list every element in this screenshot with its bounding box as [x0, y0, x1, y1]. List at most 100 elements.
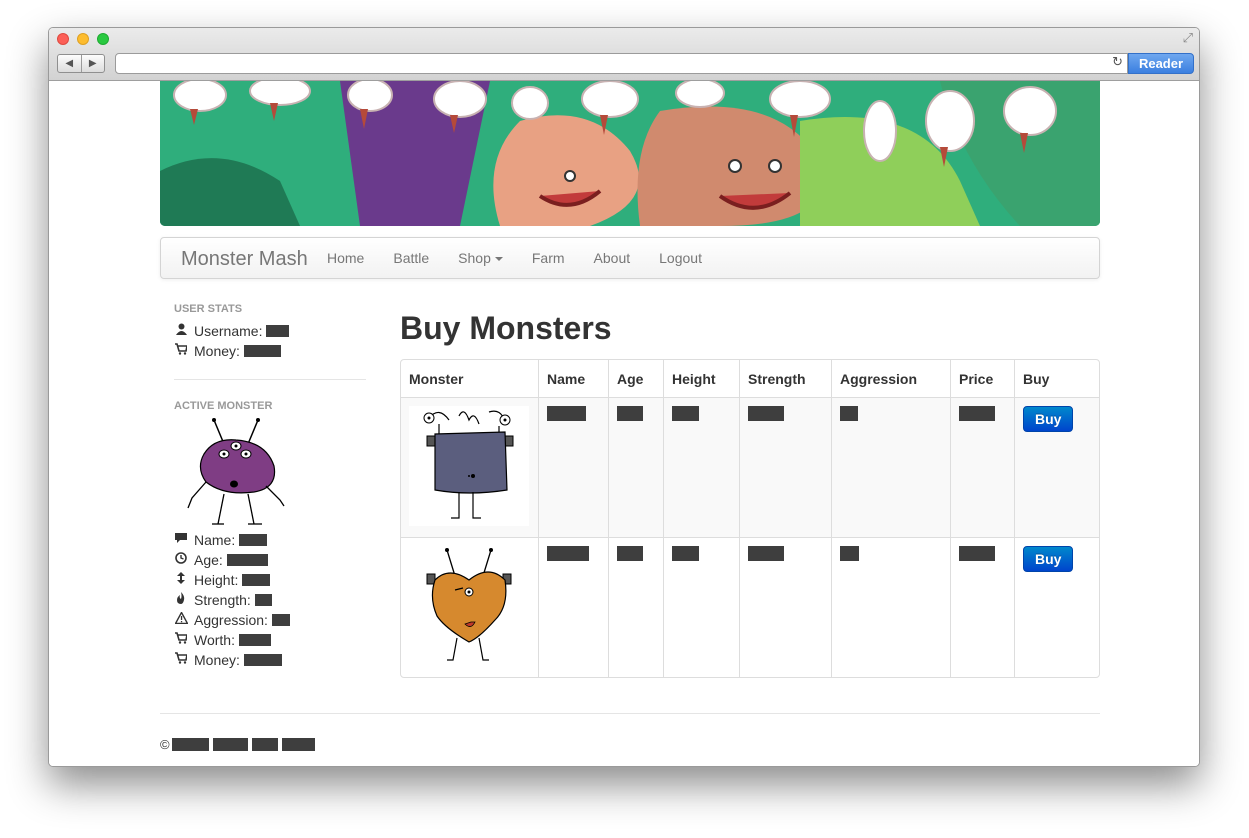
zoom-window-button[interactable]: [97, 33, 109, 45]
name-redacted: [547, 406, 586, 421]
comment-icon: [174, 530, 188, 550]
buy-cell: Buy: [1014, 537, 1099, 677]
main-content: Buy Monsters Monster Name Age Height Str…: [400, 309, 1100, 678]
monster-age-label: Age:: [194, 552, 223, 568]
history-buttons: ◀ ▶: [57, 54, 105, 73]
back-arrow-icon[interactable]: ◀: [58, 55, 82, 72]
aggression-redacted: [840, 546, 859, 561]
username-stat: Username:: [174, 321, 366, 341]
clock-icon: [174, 550, 188, 570]
col-aggression: Aggression: [831, 360, 950, 397]
monster-money-redacted: [243, 654, 282, 666]
monster-strength-label: Strength:: [194, 592, 251, 608]
forward-arrow-icon[interactable]: ▶: [82, 55, 105, 72]
col-buy: Buy: [1014, 360, 1099, 397]
address-bar[interactable]: ↻: [115, 53, 1128, 74]
monster-worth-redacted: [238, 634, 271, 646]
cart-icon: [174, 341, 188, 361]
monster-age-stat: Age:: [174, 550, 366, 570]
name-redacted: [547, 546, 589, 561]
col-age: Age: [608, 360, 663, 397]
monster-strength-cell: [739, 537, 831, 677]
monster-strength-redacted: [254, 594, 272, 606]
monster-money-label: Money:: [194, 652, 240, 668]
nav-shop-dropdown[interactable]: Shop: [458, 250, 503, 266]
monster-height-cell: [663, 537, 739, 677]
brand-link[interactable]: Monster Mash: [181, 248, 308, 271]
table-row: Buy: [401, 537, 1099, 677]
monster-price-cell: [950, 537, 1014, 677]
monster-age-redacted: [226, 554, 268, 566]
height-redacted: [672, 546, 699, 561]
cart-icon: [174, 650, 188, 670]
col-monster: Monster: [409, 370, 464, 387]
money-label: Money:: [194, 343, 240, 359]
active-monster-image: [187, 418, 285, 525]
nav-logout[interactable]: Logout: [659, 250, 702, 266]
caret-down-icon: [494, 257, 503, 262]
monsters-table: Monster Name Age Height Strength Aggress…: [400, 359, 1100, 678]
nav-about[interactable]: About: [594, 250, 631, 266]
monster-aggression-cell: [831, 397, 950, 537]
money-stat: Money:: [174, 341, 366, 361]
monster-aggression-label: Aggression:: [194, 612, 268, 628]
nav-home[interactable]: Home: [327, 250, 364, 266]
footer-redacted: [171, 738, 209, 751]
monster-aggression-stat: Aggression:: [173, 610, 366, 630]
col-strength: Strength: [739, 360, 831, 397]
footer-divider: [160, 713, 1100, 714]
money-redacted: [243, 345, 281, 357]
reload-icon[interactable]: ↻: [1112, 55, 1123, 70]
strength-redacted: [748, 406, 784, 421]
table-header-row: Monster Name Age Height Strength Aggress…: [401, 360, 1099, 397]
monster-name-cell: [538, 537, 608, 677]
aggression-redacted: [840, 406, 858, 421]
reader-button[interactable]: Reader: [1128, 53, 1194, 74]
fullscreen-icon[interactable]: ⤢: [1183, 31, 1193, 46]
resize-vertical-icon: [174, 570, 188, 590]
active-monster-header: ACTIVE MONSTER: [174, 400, 273, 412]
col-price: Price: [950, 360, 1014, 397]
monster-name-redacted: [239, 534, 268, 546]
page-content: Monster Mash Home Battle Shop Farm About…: [49, 81, 1199, 766]
price-redacted: [959, 546, 995, 561]
nav-links: Home Battle Shop Farm About Logout: [327, 238, 731, 278]
monster-height-redacted: [242, 574, 271, 586]
buy-button[interactable]: Buy: [1023, 546, 1074, 572]
monster-cell: [401, 537, 538, 677]
height-redacted: [672, 406, 699, 421]
nav-farm[interactable]: Farm: [532, 250, 565, 266]
footer-redacted: [212, 738, 248, 751]
price-redacted: [959, 406, 995, 421]
nav-shop-label: Shop: [458, 250, 491, 266]
fire-icon: [174, 590, 188, 610]
monster-money-stat: Money:: [174, 650, 366, 670]
monster-name-label: Name:: [194, 532, 236, 548]
minimize-window-button[interactable]: [77, 33, 89, 45]
close-window-button[interactable]: [57, 33, 69, 45]
warning-icon: [173, 610, 189, 630]
footer-redacted: [251, 738, 278, 751]
monster-age-cell: [608, 537, 663, 677]
monster-mash-banner: [160, 81, 1100, 226]
nav-battle[interactable]: Battle: [393, 250, 429, 266]
strength-redacted: [748, 546, 784, 561]
banner-illustration: [160, 81, 1100, 226]
username-redacted: [266, 325, 290, 337]
username-label: Username:: [194, 323, 263, 339]
browser-titlebar: ⤢ ◀ ▶ ↻ Reader: [49, 28, 1199, 81]
monster-age-cell: [608, 397, 663, 537]
monster-worth-label: Worth:: [194, 632, 235, 648]
orange-monster-image: [409, 546, 529, 666]
monster-strength-cell: [739, 397, 831, 537]
footer: ©: [160, 737, 315, 752]
col-name: Name: [538, 360, 608, 397]
monster-aggression-cell: [831, 537, 950, 677]
sidebar: USER STATS Username: Money: ACTIVE MONST…: [173, 303, 366, 670]
footer-redacted: [281, 738, 315, 751]
buy-button[interactable]: Buy: [1023, 406, 1074, 432]
monster-height-cell: [663, 397, 739, 537]
page-title: Buy Monsters: [400, 310, 612, 346]
monster-height-label: Height:: [194, 572, 239, 588]
table-row: Buy: [401, 397, 1099, 537]
